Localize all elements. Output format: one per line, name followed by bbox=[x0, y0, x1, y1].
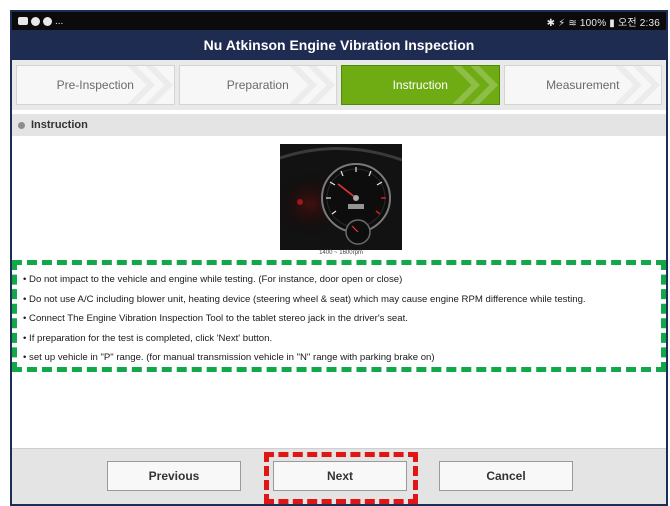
button-bar: Previous Next Cancel bbox=[12, 448, 666, 504]
section-header: Instruction bbox=[12, 114, 666, 136]
step-label: Instruction bbox=[392, 78, 448, 92]
tablet-screen: ... ✱ ⚡ ≋ 100% ▮ 오전 2:36 Nu Atkinson Eng… bbox=[10, 10, 668, 506]
tachometer-photo bbox=[280, 144, 402, 252]
app-title-bar: Nu Atkinson Engine Vibration Inspection bbox=[12, 30, 666, 60]
instruction-list: • Do not impact to the vehicle and engin… bbox=[12, 260, 666, 372]
tachometer-gauge-icon bbox=[280, 144, 402, 252]
instruction-item: • Do not impact to the vehicle and engin… bbox=[23, 274, 403, 285]
status-bar-right: ✱ ⚡ ≋ 100% ▮ 오전 2:36 bbox=[546, 17, 660, 29]
status-bar: ... ✱ ⚡ ≋ 100% ▮ 오전 2:36 bbox=[12, 12, 666, 30]
step-instruction[interactable]: Instruction bbox=[341, 65, 500, 105]
instruction-item: • Do not use A/C including blower unit, … bbox=[23, 293, 586, 305]
step-label: Preparation bbox=[226, 78, 289, 92]
instruction-item: • set up vehicle in "P" range. (for manu… bbox=[23, 352, 435, 363]
instruction-item: • Connect The Engine Vibration Inspectio… bbox=[23, 313, 408, 324]
next-button[interactable]: Next bbox=[273, 461, 407, 491]
bullet-icon bbox=[18, 121, 25, 129]
instruction-content: 1400 ~ 1600rpm • Do not impact to the ve… bbox=[12, 136, 666, 454]
cancel-button[interactable]: Cancel bbox=[439, 461, 573, 491]
step-measurement[interactable]: Measurement bbox=[503, 65, 662, 105]
step-preparation[interactable]: Preparation bbox=[178, 65, 337, 105]
step-label: Pre-Inspection bbox=[56, 78, 134, 92]
app-title: Nu Atkinson Engine Vibration Inspection bbox=[203, 37, 475, 53]
status-bar-left: ... bbox=[18, 16, 63, 27]
section-title: Instruction bbox=[31, 119, 88, 131]
photo-caption: 1400 ~ 1600rpm bbox=[280, 250, 402, 256]
step-navigation: Pre-Inspection Preparation Instruction M… bbox=[12, 60, 666, 110]
app-icon bbox=[31, 16, 40, 26]
instruction-item: • If preparation for the test is complet… bbox=[23, 332, 273, 344]
step-pre-inspection[interactable]: Pre-Inspection bbox=[16, 65, 175, 105]
notification-icon bbox=[43, 16, 52, 26]
step-label: Measurement bbox=[546, 78, 620, 92]
previous-button[interactable]: Previous bbox=[107, 461, 241, 491]
status-more: ... bbox=[55, 15, 64, 27]
gallery-icon bbox=[18, 17, 28, 25]
